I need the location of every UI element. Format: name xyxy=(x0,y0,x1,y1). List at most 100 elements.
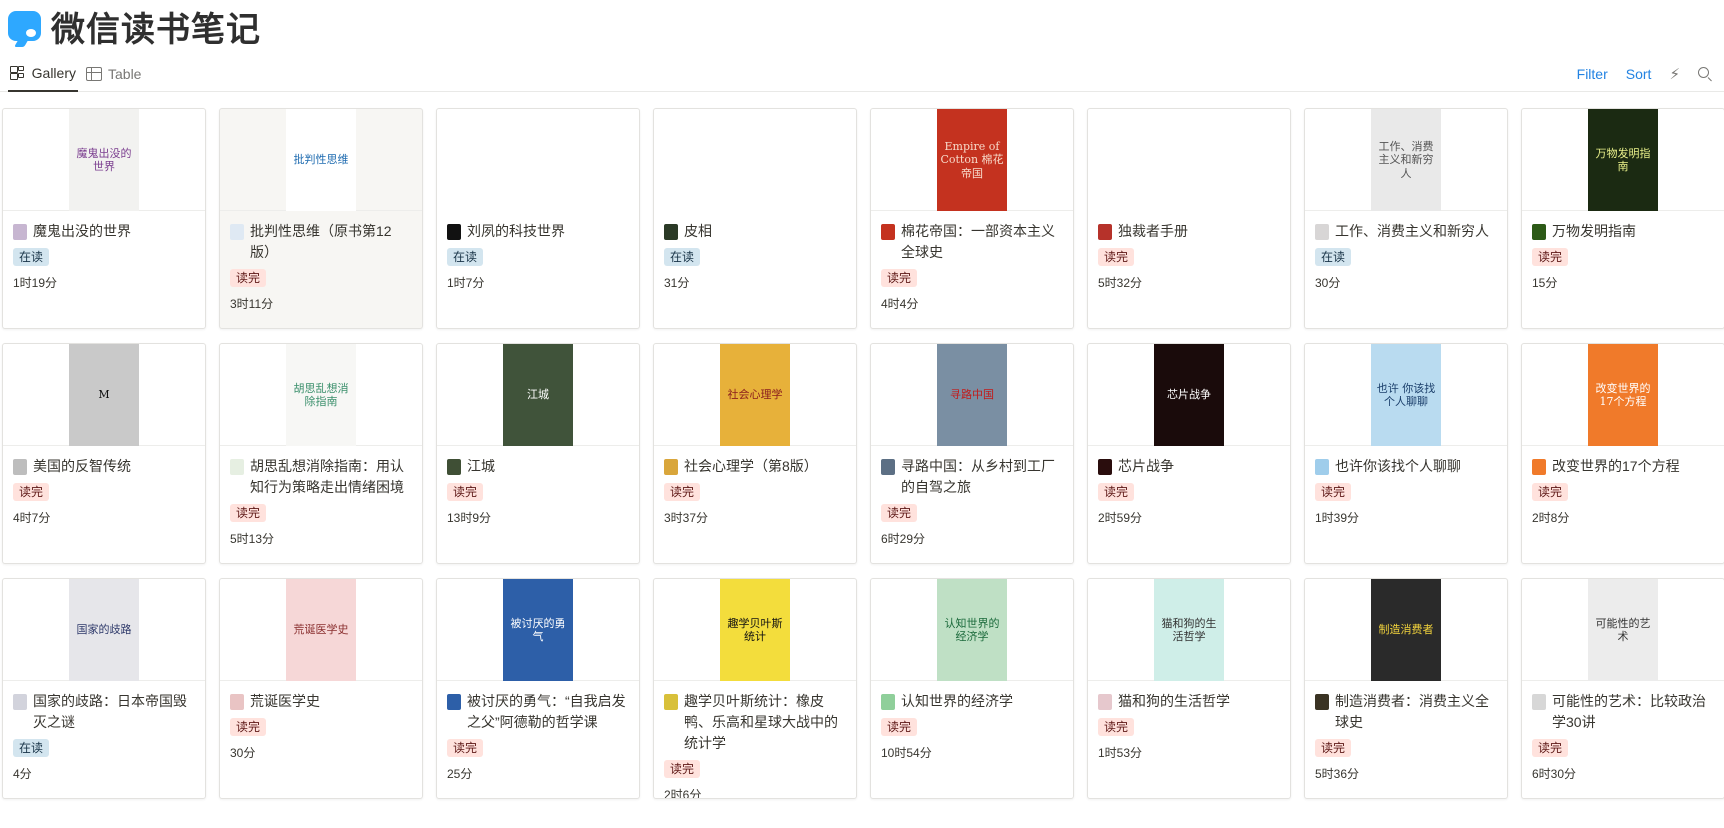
book-thumbnail-icon xyxy=(230,694,244,710)
book-cover-area: 也许 你该找个人聊聊 xyxy=(1305,344,1507,446)
book-cover-area: 批判性思维 xyxy=(220,109,422,211)
book-title: 可能性的艺术：比较政治学30讲 xyxy=(1552,693,1706,730)
book-card-body: 万物发明指南 读完 15分 xyxy=(1522,211,1724,291)
book-card[interactable]: 可能性的艺术 可能性的艺术：比较政治学30讲 读完 6时30分 xyxy=(1521,578,1724,799)
book-cover-text: 批判性思维 xyxy=(293,153,349,167)
book-thumbnail-icon xyxy=(1532,459,1546,475)
status-badge: 读完 xyxy=(881,718,918,736)
book-card[interactable]: 刘夙的科技世界 在读 1时7分 xyxy=(436,108,640,329)
book-card[interactable]: 改变世界的17个方程 改变世界的17个方程 读完 2时8分 xyxy=(1521,343,1724,564)
status-badge: 读完 xyxy=(447,483,484,501)
status-badge: 读完 xyxy=(1098,718,1135,736)
book-cover-image: 万物发明指南 xyxy=(1588,109,1658,211)
book-card-body: 芯片战争 读完 2时59分 xyxy=(1088,446,1290,526)
book-card[interactable]: 工作、消费主义和新穷人 工作、消费主义和新穷人 在读 30分 xyxy=(1304,108,1508,329)
book-title: 芯片战争 xyxy=(1118,458,1174,474)
book-card[interactable]: 认知世界的经济学 认知世界的经济学 读完 10时54分 xyxy=(870,578,1074,799)
book-card[interactable]: 魔鬼出没的世界 魔鬼出没的世界 在读 1时19分 xyxy=(2,108,206,329)
book-card-body: 皮相 在读 31分 xyxy=(654,211,856,291)
book-thumbnail-icon xyxy=(13,694,27,710)
status-badge: 读完 xyxy=(664,760,701,778)
book-cover-area: 改变世界的17个方程 xyxy=(1522,344,1724,446)
book-title: 寻路中国：从乡村到工厂的自驾之旅 xyxy=(901,458,1055,495)
book-card-body: 趣学贝叶斯统计：橡皮鸭、乐高和星球大战中的统计学 读完 2时6分 xyxy=(654,681,856,798)
book-cover-area: 江城 xyxy=(437,344,639,446)
search-icon[interactable] xyxy=(1698,67,1712,81)
book-card-body: 胡思乱想消除指南：用认知行为策略走出情绪困境 读完 5时13分 xyxy=(220,446,422,547)
reading-duration: 6时30分 xyxy=(1532,767,1577,781)
book-title: 趣学贝叶斯统计：橡皮鸭、乐高和星球大战中的统计学 xyxy=(684,693,838,751)
book-cover-text: 江城 xyxy=(527,388,549,402)
book-card[interactable]: 寻路中国 寻路中国：从乡村到工厂的自驾之旅 读完 6时29分 xyxy=(870,343,1074,564)
reading-duration: 1时39分 xyxy=(1315,511,1360,525)
book-cover-image: 胡思乱想消除指南 xyxy=(286,344,356,446)
book-thumbnail-icon xyxy=(1532,694,1546,710)
book-cover-area xyxy=(1088,109,1290,211)
book-cover-text: 国家的歧路 xyxy=(76,623,132,637)
filter-button[interactable]: Filter xyxy=(1577,66,1608,82)
book-card[interactable]: 也许 你该找个人聊聊 也许你该找个人聊聊 读完 1时39分 xyxy=(1304,343,1508,564)
book-cover-text: 改变世界的17个方程 xyxy=(1595,381,1651,408)
book-card[interactable]: Empire of Cotton 棉花帝国 棉花帝国：一部资本主义全球史 读完 4时4… xyxy=(870,108,1074,329)
book-card[interactable]: 国家的歧路 国家的歧路：日本帝国毁灭之谜 在读 4分 xyxy=(2,578,206,799)
book-card[interactable]: 制造消费者 制造消费者：消费主义全球史 读完 5时36分 xyxy=(1304,578,1508,799)
book-cover-area: 工作、消费主义和新穷人 xyxy=(1305,109,1507,211)
book-card[interactable]: 荒诞医学史 荒诞医学史 读完 30分 xyxy=(219,578,423,799)
book-card[interactable]: 趣学贝叶斯统计 趣学贝叶斯统计：橡皮鸭、乐高和星球大战中的统计学 读完 2时6分 xyxy=(653,578,857,799)
book-card[interactable]: 被讨厌的勇气 被讨厌的勇气：“自我启发之父”阿德勒的哲学课 读完 25分 xyxy=(436,578,640,799)
book-cover-image: 江城 xyxy=(503,344,573,446)
book-card[interactable]: 批判性思维批判性思维（原书第12版） 读完 3时11分 xyxy=(219,108,423,329)
book-title-row: 也许你该找个人聊聊 xyxy=(1315,456,1497,477)
book-card[interactable]: 万物发明指南 万物发明指南 读完 15分 xyxy=(1521,108,1724,329)
book-thumbnail-icon xyxy=(1315,694,1329,710)
book-cover-text: Empire of Cotton 棉花帝国 xyxy=(940,140,1004,180)
book-title: 魔鬼出没的世界 xyxy=(33,223,131,239)
sort-button[interactable]: Sort xyxy=(1626,66,1652,82)
book-title-row: 独裁者手册 xyxy=(1098,221,1280,242)
book-cover-area: 芯片战争 xyxy=(1088,344,1290,446)
book-card-body: 工作、消费主义和新穷人 在读 30分 xyxy=(1305,211,1507,291)
status-badge: 读完 xyxy=(13,483,50,501)
book-cover-area: 制造消费者 xyxy=(1305,579,1507,681)
book-thumbnail-icon xyxy=(1315,459,1329,475)
book-card[interactable]: 社会心理学 社会心理学（第8版） 读完 3时37分 xyxy=(653,343,857,564)
book-cover-image: 芯片战争 xyxy=(1154,344,1224,446)
book-title: 工作、消费主义和新穷人 xyxy=(1335,223,1489,239)
reading-duration: 5时32分 xyxy=(1098,276,1143,290)
book-card[interactable]: 猫和狗的生活哲学 猫和狗的生活哲学 读完 1时53分 xyxy=(1087,578,1291,799)
automation-icon[interactable]: ⚡ xyxy=(1669,65,1680,83)
book-title: 独裁者手册 xyxy=(1118,223,1188,239)
book-thumbnail-icon xyxy=(664,459,678,475)
reading-duration: 13时9分 xyxy=(447,511,492,525)
book-title-row: 制造消费者：消费主义全球史 xyxy=(1315,691,1497,733)
book-title: 刘夙的科技世界 xyxy=(467,223,565,239)
reading-duration: 2时8分 xyxy=(1532,511,1570,525)
book-cover-area: 认知世界的经济学 xyxy=(871,579,1073,681)
book-thumbnail-icon xyxy=(447,694,461,710)
book-card[interactable]: 独裁者手册 读完 5时32分 xyxy=(1087,108,1291,329)
book-card[interactable]: 胡思乱想消除指南 胡思乱想消除指南：用认知行为策略走出情绪困境 读完 5时13分 xyxy=(219,343,423,564)
book-cover-text: 制造消费者 xyxy=(1378,623,1434,637)
book-title-row: 改变世界的17个方程 xyxy=(1532,456,1714,477)
status-badge: 读完 xyxy=(447,739,484,757)
book-thumbnail-icon xyxy=(1532,224,1546,240)
book-card-body: 批判性思维（原书第12版） 读完 3时11分 xyxy=(220,211,422,312)
book-cover-text: 荒诞医学史 xyxy=(293,623,349,637)
book-title-row: 棉花帝国：一部资本主义全球史 xyxy=(881,221,1063,263)
book-cover-image: M xyxy=(69,344,139,446)
reading-duration: 3时37分 xyxy=(664,511,709,525)
book-card[interactable]: 芯片战争 芯片战争 读完 2时59分 xyxy=(1087,343,1291,564)
tab-gallery[interactable]: Gallery xyxy=(8,56,78,92)
book-title-row: 认知世界的经济学 xyxy=(881,691,1063,712)
book-thumbnail-icon xyxy=(664,224,678,240)
book-cover-text: M xyxy=(98,388,110,402)
book-cover-area: 趣学贝叶斯统计 xyxy=(654,579,856,681)
book-title-row: 江城 xyxy=(447,456,629,477)
book-card[interactable]: 皮相 在读 31分 xyxy=(653,108,857,329)
book-card[interactable]: 江城 江城 读完 13时9分 xyxy=(436,343,640,564)
book-cover-text: 寻路中国 xyxy=(950,388,994,402)
tab-table[interactable]: Table xyxy=(86,56,141,92)
book-cover-text: 芯片战争 xyxy=(1167,388,1211,402)
status-badge: 读完 xyxy=(1098,483,1135,501)
book-card[interactable]: M 美国的反智传统 读完 4时7分 xyxy=(2,343,206,564)
